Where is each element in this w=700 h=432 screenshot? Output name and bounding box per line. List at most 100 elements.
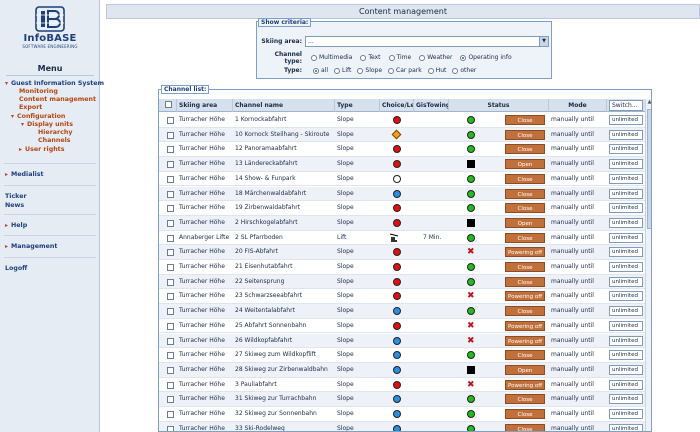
status-button[interactable]: Close <box>505 115 545 125</box>
header-choice-level[interactable]: Choice/Level <box>380 99 414 112</box>
status-button[interactable]: Close <box>505 188 545 199</box>
table-row[interactable]: Turracher Höhe 32 Skiweg zur Sonnenbahn Sl… <box>159 407 645 422</box>
skiing-area-select[interactable]: ... ▼ <box>305 36 549 47</box>
row-checkbox[interactable] <box>167 425 174 431</box>
table-row[interactable]: Turracher Höhe 3 Pauliabfahrt Slope manuall… <box>159 378 645 393</box>
channel-type-radio-text[interactable]: Text <box>360 54 381 61</box>
duration-input[interactable]: unlimited <box>609 423 643 431</box>
table-row[interactable]: Annaberger Lifte 2 SL Pfarrboden Lift 7 Min… <box>159 231 645 246</box>
row-checkbox[interactable] <box>167 117 174 124</box>
nav-item-channels[interactable]: Channels <box>0 137 100 144</box>
duration-input[interactable]: unlimited <box>609 232 643 243</box>
row-checkbox[interactable] <box>167 293 174 301</box>
row-checkbox[interactable] <box>167 278 174 286</box>
duration-input[interactable]: unlimited <box>609 247 643 258</box>
switch-select[interactable]: Switch... <box>609 100 643 111</box>
row-checkbox[interactable] <box>167 352 174 360</box>
row-checkbox[interactable] <box>167 249 174 257</box>
row-checkbox[interactable] <box>167 131 174 139</box>
duration-input[interactable]: unlimited <box>609 350 643 361</box>
status-button[interactable]: Close <box>505 409 545 419</box>
table-row[interactable]: Turracher Höhe 26 Wildkopfabfahrt Slope man… <box>159 333 645 349</box>
scrollbar[interactable]: ▲ <box>645 99 651 431</box>
duration-input[interactable]: unlimited <box>609 335 643 346</box>
nav-item-hierarchy[interactable]: Hierarchy <box>0 129 100 136</box>
row-checkbox[interactable] <box>167 146 174 154</box>
status-button[interactable]: Powering off <box>505 335 545 346</box>
type-radio-hut[interactable]: Hut <box>427 67 446 74</box>
radio-button[interactable] <box>427 67 434 74</box>
header-status[interactable]: Status <box>449 99 549 112</box>
row-checkbox[interactable] <box>167 264 174 271</box>
type-radio-all[interactable]: all <box>313 67 328 74</box>
row-checkbox[interactable] <box>167 411 174 418</box>
status-button[interactable]: Close <box>505 276 545 287</box>
nav-item-medialist[interactable]: ▸ Medialist <box>0 171 100 178</box>
row-checkbox[interactable] <box>167 175 174 183</box>
nav-item-management[interactable]: ▸ Management <box>0 243 100 250</box>
status-button[interactable]: Close <box>505 306 545 317</box>
type-radio-lift[interactable]: Lift <box>334 67 351 74</box>
status-button[interactable]: Close <box>505 262 545 272</box>
status-button[interactable]: Close <box>505 394 545 405</box>
radio-button[interactable] <box>460 54 467 61</box>
duration-input[interactable]: unlimited <box>609 306 643 317</box>
radio-button[interactable] <box>313 67 319 74</box>
row-checkbox[interactable] <box>167 219 174 227</box>
row-checkbox[interactable] <box>167 322 174 330</box>
nav-item-content-management[interactable]: Content management <box>0 96 100 103</box>
nav-item-help[interactable]: ▸ Help <box>0 222 100 229</box>
nav-item-user-rights[interactable]: ▸ User rights <box>0 146 100 153</box>
status-button[interactable]: Close <box>505 203 545 214</box>
radio-button[interactable] <box>334 67 341 74</box>
status-button[interactable]: Close <box>505 144 545 155</box>
nav-item-guest-information-system[interactable]: ▾ Guest Information System <box>0 80 104 87</box>
duration-input[interactable]: unlimited <box>609 115 643 125</box>
row-checkbox[interactable] <box>167 337 174 345</box>
type-radio-car-park[interactable]: Car park <box>388 67 422 74</box>
duration-input[interactable]: unlimited <box>609 276 643 287</box>
table-row[interactable]: Turracher Höhe 2 Hirschkogelabfahrt Slope m… <box>159 215 645 231</box>
chevron-down-icon[interactable]: ▼ <box>539 37 548 46</box>
nav-item-display-units[interactable]: ▾ Display units <box>0 121 100 128</box>
status-button[interactable]: Close <box>505 173 545 184</box>
radio-button[interactable] <box>388 54 395 61</box>
status-button[interactable]: Open <box>505 159 545 170</box>
status-button[interactable]: Powering off <box>505 247 545 258</box>
channel-type-radio-operating-info[interactable]: Operating info <box>460 54 512 61</box>
row-checkbox[interactable] <box>167 161 174 169</box>
header-skiing-area[interactable]: Skiing area <box>177 99 233 112</box>
scroll-up-icon[interactable]: ▲ <box>646 99 651 107</box>
row-checkbox[interactable] <box>167 190 174 198</box>
table-row[interactable]: Turracher Höhe 20 FIS-Abfahrt Slope manuall… <box>159 245 645 260</box>
table-row[interactable]: Turracher Höhe 31 Skiweg zur Turrachbahn S… <box>159 392 645 407</box>
duration-input[interactable]: unlimited <box>609 144 643 155</box>
duration-input[interactable]: unlimited <box>609 159 643 170</box>
channel-type-radio-multimedia[interactable]: Multimedia <box>311 54 352 61</box>
select-all-checkbox[interactable] <box>165 101 172 108</box>
duration-input[interactable]: unlimited <box>609 379 643 390</box>
nav-item-logoff[interactable]: Logoff <box>0 265 100 272</box>
duration-input[interactable]: unlimited <box>609 320 643 331</box>
header-type[interactable]: Type <box>335 99 380 112</box>
table-row[interactable]: Turracher Höhe 10 Kornock Steilhang - Ski… <box>159 127 645 143</box>
duration-input[interactable]: unlimited <box>609 394 643 405</box>
status-button[interactable]: Powering off <box>505 291 545 302</box>
radio-button[interactable] <box>452 67 459 74</box>
table-row[interactable]: Turracher Höhe 25 Abfahrt Sonnenbahn Slope… <box>159 319 645 334</box>
status-button[interactable]: Powering off <box>505 320 545 331</box>
table-row[interactable]: Turracher Höhe 13 Ländereckabfahrt Slope ma… <box>159 157 645 172</box>
table-row[interactable]: Turracher Höhe 24 Weitentalabfahrt Slope ma… <box>159 304 645 319</box>
status-button[interactable]: Close <box>505 423 545 431</box>
table-row[interactable]: Turracher Höhe 14 Show- & Funpark Slope man… <box>159 172 645 187</box>
table-row[interactable]: Turracher Höhe 23 Schwarzseeabfahrt Slope m… <box>159 289 645 305</box>
table-row[interactable]: Turracher Höhe 22 Seitensprung Slope manual… <box>159 274 645 290</box>
nav-item-news[interactable]: News <box>0 202 100 209</box>
duration-input[interactable]: unlimited <box>609 217 643 228</box>
channel-type-radio-weather[interactable]: Weather <box>419 54 452 61</box>
duration-input[interactable]: unlimited <box>609 364 643 375</box>
type-radio-other[interactable]: other <box>452 67 476 74</box>
status-button[interactable]: Close <box>505 232 545 243</box>
status-button[interactable]: Close <box>505 350 545 361</box>
channel-type-radio-time[interactable]: Time <box>388 54 411 61</box>
